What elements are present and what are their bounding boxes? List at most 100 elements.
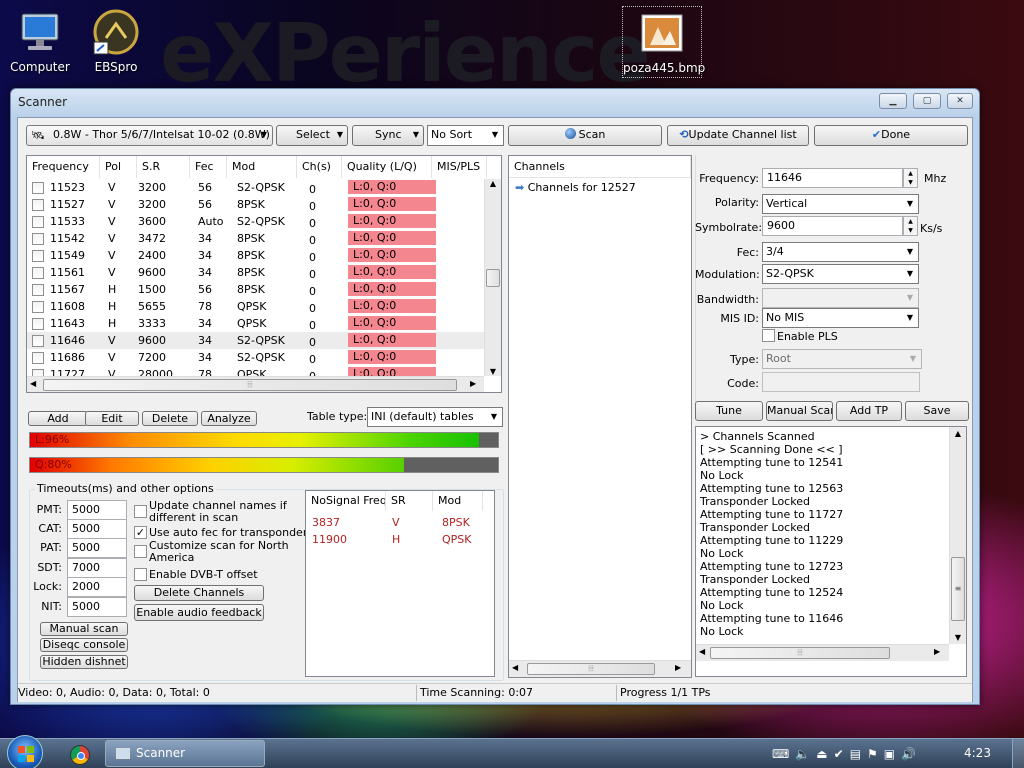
flag-icon[interactable]: ⚑ (867, 747, 884, 761)
timeout-input[interactable]: 5000 (67, 597, 127, 617)
scroll-up-icon[interactable]: ▲ (950, 429, 966, 438)
volume-icon[interactable]: 🔈 (795, 747, 816, 761)
col-pol[interactable]: Pol (100, 156, 137, 178)
show-desktop-button[interactable] (1012, 739, 1024, 768)
row-checkbox[interactable] (32, 199, 44, 211)
table-row[interactable]: 11561 V 9600 34 8PSK 0 L:0, Q:0 (27, 264, 484, 281)
scroll-left-icon[interactable]: ◀ (699, 647, 705, 656)
log-hscroll-thumb[interactable]: ⦙⦙⦙ (710, 647, 890, 659)
display-icon[interactable]: ▣ (884, 747, 901, 761)
select-button[interactable]: Select ▼ (276, 125, 348, 146)
col-nosignal-mod[interactable]: Mod (433, 491, 483, 511)
sort-select[interactable]: No Sort ▼ (427, 125, 504, 146)
timeout-input[interactable]: 5000 (67, 538, 127, 558)
col-quality[interactable]: Quality (L/Q) (342, 156, 432, 178)
frequency-input[interactable]: 11646 (762, 168, 903, 188)
misid-select[interactable]: No MIS ▼ (762, 308, 919, 328)
done-button[interactable]: ✔Done (814, 125, 968, 146)
add-tp-row-button[interactable]: Add (28, 411, 88, 426)
table-row[interactable]: 11686 V 7200 34 S2-QPSK 0 L:0, Q:0 (27, 349, 484, 366)
fec-select[interactable]: 3/4 ▼ (762, 242, 919, 262)
minimize-button[interactable]: ▁ (879, 93, 907, 109)
edit-tp-button[interactable]: Edit (85, 411, 139, 426)
timeout-input[interactable]: 2000 (67, 577, 127, 597)
bandwidth-select[interactable]: ▼ (762, 288, 919, 308)
channels-node[interactable]: ➡ Channels for 12527 (515, 181, 636, 194)
timeout-input[interactable]: 5000 (67, 500, 127, 520)
manual-scan-small-button[interactable]: Manual scan (40, 622, 128, 636)
window-titlebar[interactable]: Scanner ▁ ▢ ✕ (11, 89, 979, 115)
table-row[interactable]: 11643 H 3333 34 QPSK 0 L:0, Q:0 (27, 315, 484, 332)
sync-button[interactable]: Sync ▼ (352, 125, 424, 146)
row-checkbox[interactable] (32, 182, 44, 194)
tune-button[interactable]: Tune (695, 401, 763, 421)
col-fec[interactable]: Fec (190, 156, 227, 178)
north-america-checkbox[interactable] (134, 545, 147, 558)
col-mis-pls[interactable]: MIS/PLS (432, 156, 487, 178)
channels-hscroll-thumb[interactable]: ⦙⦙⦙ (527, 663, 655, 675)
usb-icon[interactable]: ⏏ (816, 747, 833, 761)
update-names-checkbox[interactable] (134, 505, 147, 518)
network-icon[interactable]: ▤ (850, 747, 867, 761)
scan-button[interactable]: Scan (508, 125, 662, 146)
col-nosignal-sr[interactable]: SR (386, 491, 433, 511)
desktop-icon-ebspro[interactable]: EBSpro (76, 8, 156, 74)
col-sr[interactable]: S.R (137, 156, 190, 178)
row-checkbox[interactable] (32, 250, 44, 262)
add-tp-button[interactable]: Add TP (836, 401, 902, 421)
list-item[interactable]: 11900 H QPSK (306, 533, 494, 549)
row-checkbox[interactable] (32, 267, 44, 279)
table-row[interactable]: 11533 V 3600 Auto S2-QPSK 0 L:0, Q:0 (27, 213, 484, 230)
tp-vscroll-thumb[interactable] (486, 269, 500, 287)
log-horizontal-scrollbar[interactable]: ◀ ⦙⦙⦙ ▶ (696, 644, 949, 661)
code-input[interactable] (762, 372, 920, 392)
auto-fec-checkbox[interactable]: ✓ (134, 526, 147, 539)
tp-vertical-scrollbar[interactable]: ▲ ▼ (484, 179, 501, 376)
type-select[interactable]: Root ▼ (762, 349, 922, 369)
start-button[interactable] (7, 735, 43, 768)
audio-feedback-button[interactable]: Enable audio feedback (134, 604, 264, 621)
row-checkbox[interactable] (32, 216, 44, 228)
table-type-select[interactable]: INI (default) tables ▼ (367, 407, 503, 427)
row-checkbox[interactable] (32, 233, 44, 245)
analyze-button[interactable]: Analyze (201, 411, 257, 426)
scroll-right-icon[interactable]: ▶ (934, 647, 940, 656)
table-row[interactable]: 11646 V 9600 34 S2-QPSK 0 L:0, Q:0 (27, 332, 484, 349)
enable-pls-checkbox[interactable] (762, 329, 775, 342)
scroll-up-icon[interactable]: ▲ (485, 179, 501, 188)
scroll-right-icon[interactable]: ▶ (675, 663, 681, 672)
modulation-select[interactable]: S2-QPSK ▼ (762, 264, 919, 284)
save-button[interactable]: Save (905, 401, 969, 421)
keyboard-icon[interactable]: ⌨ (772, 747, 795, 761)
close-button[interactable]: ✕ (947, 93, 973, 109)
chrome-icon[interactable] (70, 745, 90, 765)
timeout-input[interactable]: 5000 (67, 519, 127, 539)
polarity-select[interactable]: Vertical ▼ (762, 194, 919, 214)
row-checkbox[interactable] (32, 301, 44, 313)
manual-scan-button[interactable]: Manual Scan (766, 401, 833, 421)
row-checkbox[interactable] (32, 335, 44, 347)
diseqc-console-button[interactable]: Diseqc console (40, 638, 128, 652)
security-icon[interactable]: ✔ (834, 747, 850, 761)
row-checkbox[interactable] (32, 352, 44, 364)
timeout-input[interactable]: 7000 (67, 558, 127, 578)
col-nosignal-freq[interactable]: NoSignal Freq (306, 491, 386, 511)
table-row[interactable]: 11549 V 2400 34 8PSK 0 L:0, Q:0 (27, 247, 484, 264)
table-row[interactable]: 11567 H 1500 56 8PSK 0 L:0, Q:0 (27, 281, 484, 298)
tp-hscroll-thumb[interactable]: ⦙⦙⦙ (43, 379, 457, 391)
scroll-down-icon[interactable]: ▼ (485, 367, 501, 376)
col-frequency[interactable]: Frequency (27, 156, 100, 178)
hidden-dishnet-button[interactable]: Hidden dishnet (40, 655, 128, 669)
row-checkbox[interactable] (32, 284, 44, 296)
table-row[interactable]: 11608 H 5655 78 QPSK 0 L:0, Q:0 (27, 298, 484, 315)
symbolrate-input[interactable]: 9600 (762, 216, 903, 236)
scroll-right-icon[interactable]: ▶ (470, 379, 476, 388)
log-vertical-scrollbar[interactable]: ▲ ≡ ▼ (949, 427, 966, 644)
dvbt-offset-checkbox[interactable] (134, 568, 147, 581)
channels-horizontal-scrollbar[interactable]: ◀ ⦙⦙⦙ ▶ (509, 660, 691, 677)
row-checkbox[interactable] (32, 369, 44, 376)
symbolrate-spinner[interactable]: ▲ ▼ (903, 216, 918, 236)
scroll-left-icon[interactable]: ◀ (30, 379, 36, 388)
clock[interactable]: 4:23 (964, 746, 991, 760)
col-channels[interactable]: Ch(s) (297, 156, 342, 178)
